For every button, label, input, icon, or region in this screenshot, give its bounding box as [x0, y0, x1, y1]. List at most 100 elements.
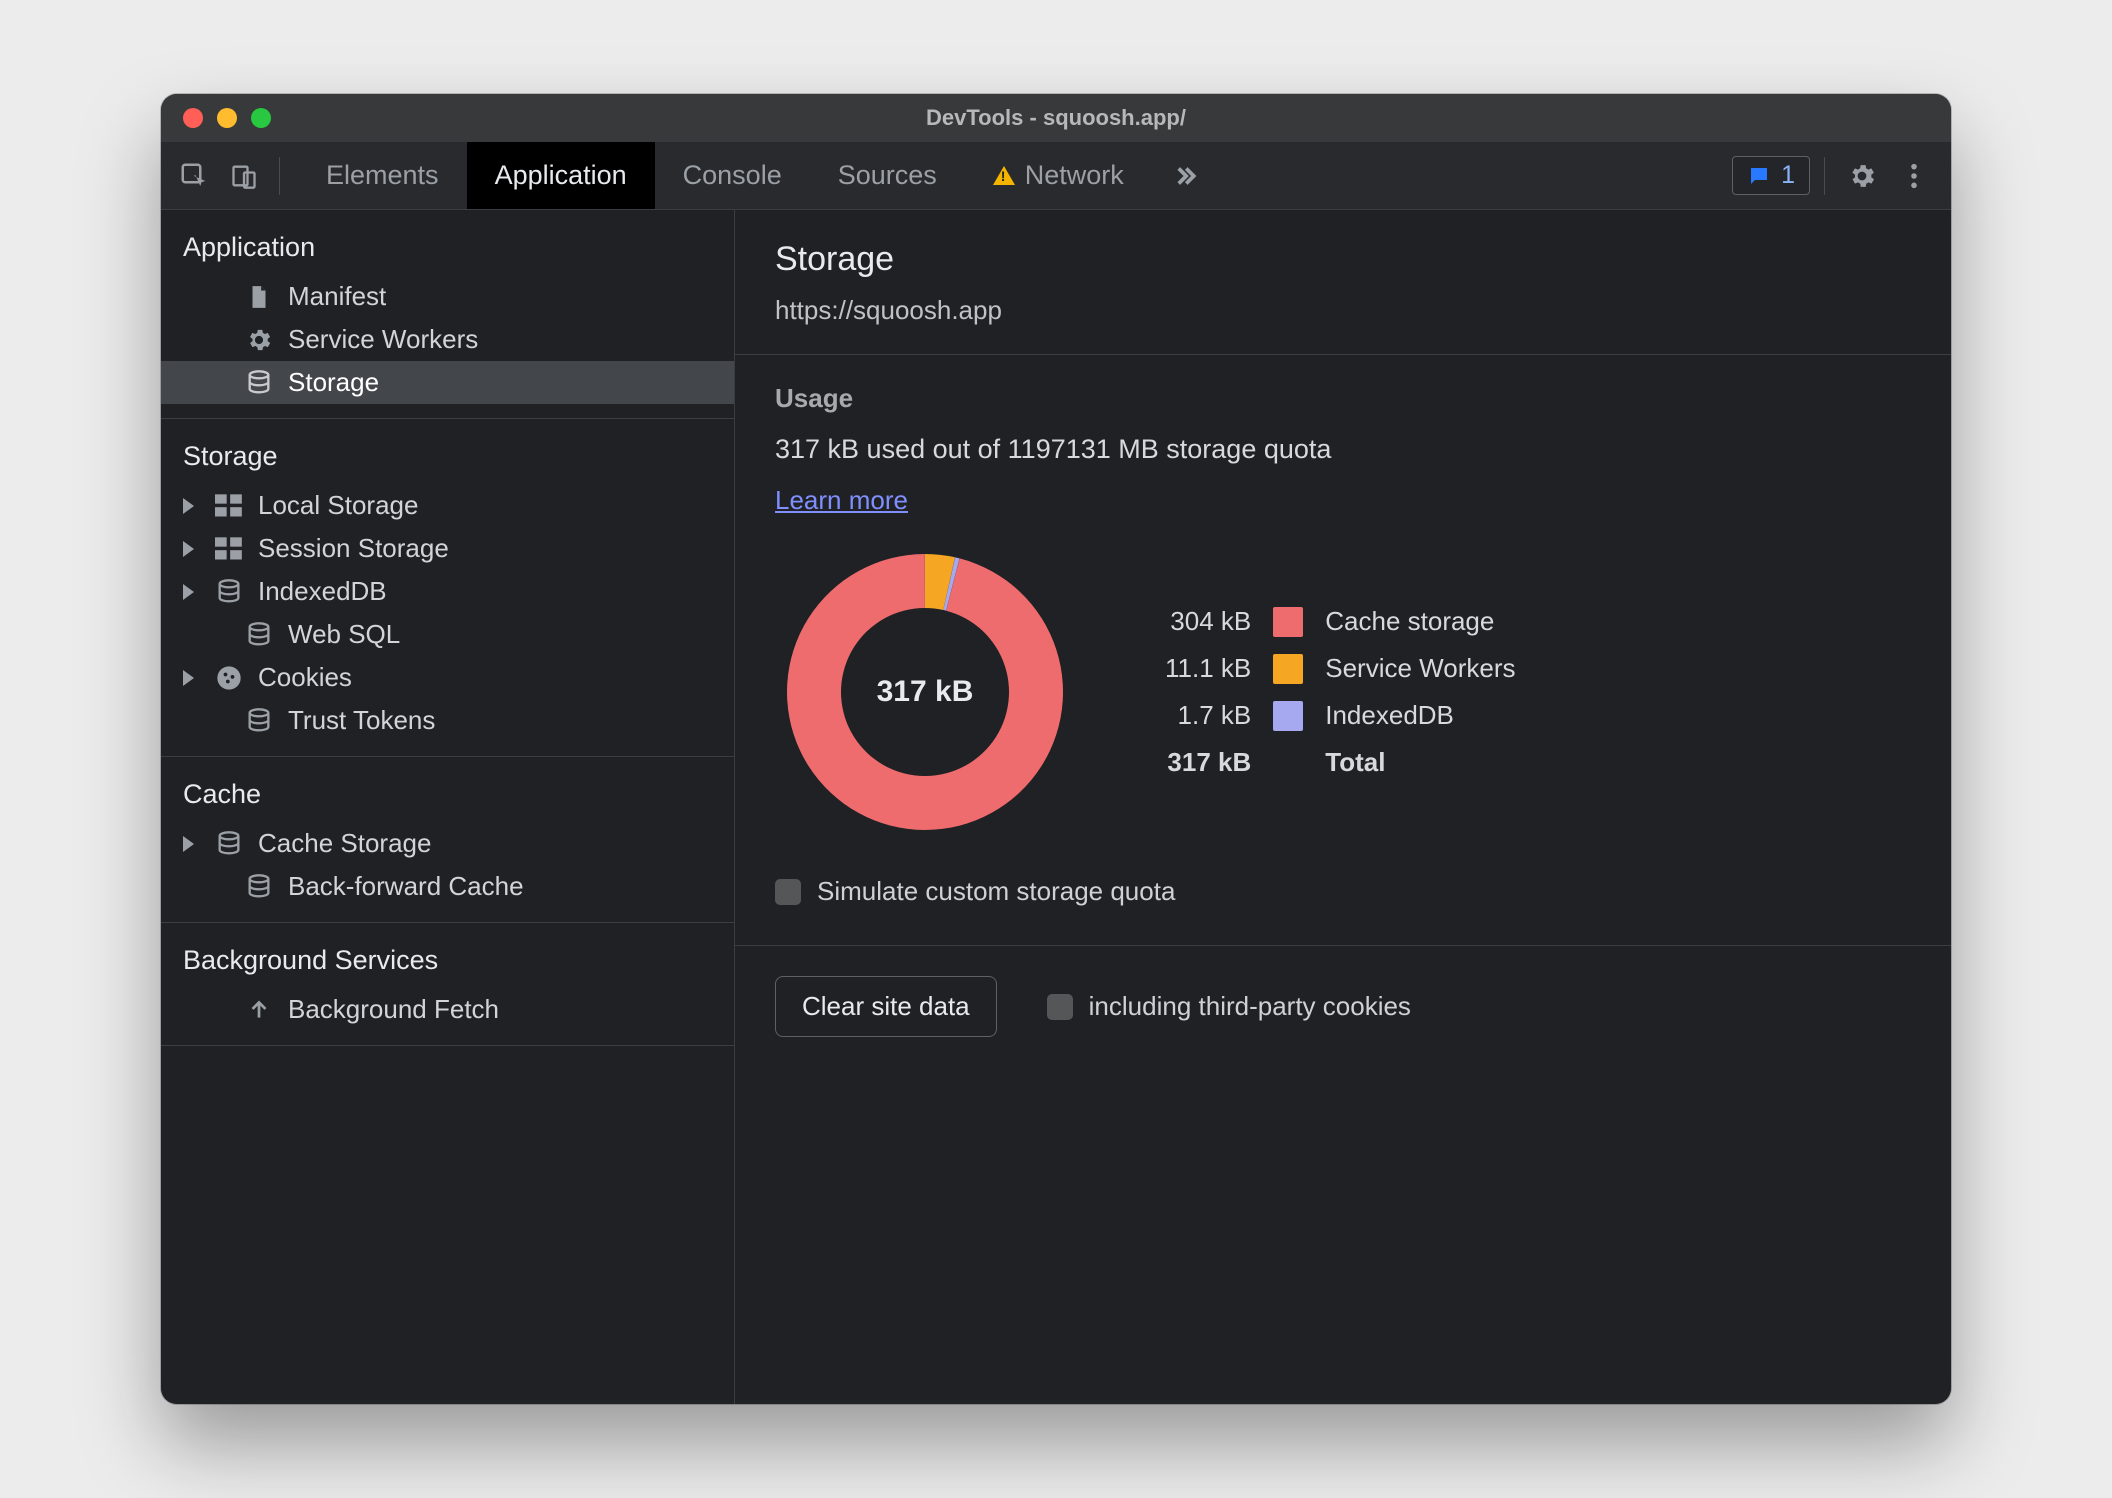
zoom-window-button[interactable]	[251, 108, 271, 128]
devtools-window: DevTools - squoosh.app/ Elements Applicat…	[161, 94, 1951, 1404]
legend-label: Cache storage	[1325, 606, 1515, 637]
sidebar-heading-cache: Cache	[161, 773, 734, 822]
legend-total-value: 317 kB	[1165, 747, 1251, 778]
panel-tabs: Elements Application Console Sources Network	[298, 142, 1152, 209]
sidebar-item-manifest[interactable]: Manifest	[161, 275, 734, 318]
grid-icon	[214, 534, 244, 564]
tab-console[interactable]: Console	[655, 142, 810, 209]
expand-caret-icon	[183, 584, 194, 600]
expand-caret-icon	[183, 836, 194, 852]
db-icon	[214, 577, 244, 607]
upload-icon	[244, 995, 274, 1025]
legend-value: 11.1 kB	[1165, 653, 1251, 684]
close-window-button[interactable]	[183, 108, 203, 128]
storage-origin: https://squoosh.app	[775, 295, 1911, 326]
sidebar-item-label: IndexedDB	[258, 576, 387, 607]
tab-sources[interactable]: Sources	[810, 142, 965, 209]
sidebar-heading-background-services: Background Services	[161, 939, 734, 988]
simulate-quota-row: Simulate custom storage quota	[775, 876, 1911, 907]
minimize-window-button[interactable]	[217, 108, 237, 128]
traffic-lights	[161, 108, 271, 128]
sidebar-item-storage[interactable]: Storage	[161, 361, 734, 404]
db-icon	[244, 872, 274, 902]
sidebar-item-label: Back-forward Cache	[288, 871, 524, 902]
sidebar-item-local-storage[interactable]: Local Storage	[161, 484, 734, 527]
tab-network[interactable]: Network	[965, 142, 1152, 209]
donut-center-label: 317 kB	[775, 542, 1075, 842]
clear-data-row: Clear site data including third-party co…	[735, 946, 1951, 1067]
storage-panel: Storage https://squoosh.app Usage 317 kB…	[735, 210, 1951, 1404]
sidebar-item-label: Service Workers	[288, 324, 478, 355]
application-sidebar: Application Manifest Service Workers Storag…	[161, 210, 735, 1404]
sidebar-item-label: Web SQL	[288, 619, 400, 650]
tab-elements[interactable]: Elements	[298, 142, 467, 209]
titlebar: DevTools - squoosh.app/	[161, 94, 1951, 142]
simulate-quota-label: Simulate custom storage quota	[817, 876, 1175, 907]
window-title: DevTools - squoosh.app/	[161, 105, 1951, 131]
toolbar-left	[161, 142, 298, 209]
db-icon	[244, 620, 274, 650]
sidebar-item-label: Cookies	[258, 662, 352, 693]
expand-caret-icon	[183, 670, 194, 686]
warning-icon	[993, 166, 1015, 185]
sidebar-item-label: Manifest	[288, 281, 386, 312]
sidebar-item-service-workers[interactable]: Service Workers	[161, 318, 734, 361]
sidebar-item-label: Storage	[288, 367, 379, 398]
issues-badge[interactable]: 1	[1732, 156, 1810, 195]
toolbar-separator	[279, 157, 280, 195]
inspect-element-icon[interactable]	[171, 153, 217, 199]
main-toolbar: Elements Application Console Sources Network…	[161, 142, 1951, 210]
sidebar-item-web-sql[interactable]: Web SQL	[161, 613, 734, 656]
storage-header: Storage https://squoosh.app	[735, 210, 1951, 355]
sidebar-item-background-fetch[interactable]: Background Fetch	[161, 988, 734, 1031]
issues-count: 1	[1781, 161, 1795, 190]
third-party-cookies-label: including third-party cookies	[1089, 991, 1411, 1022]
tab-label: Sources	[838, 160, 937, 191]
clear-site-data-button[interactable]: Clear site data	[775, 976, 997, 1037]
db-icon	[214, 829, 244, 859]
sidebar-item-label: Cache Storage	[258, 828, 431, 859]
legend-label: IndexedDB	[1325, 700, 1515, 731]
more-tabs-button[interactable]	[1152, 142, 1218, 209]
device-toolbar-icon[interactable]	[221, 153, 267, 199]
tab-label: Network	[1025, 160, 1124, 191]
cookie-icon	[214, 663, 244, 693]
sidebar-item-label: Session Storage	[258, 533, 449, 564]
legend-total-label: Total	[1325, 747, 1515, 778]
third-party-cookies-checkbox[interactable]	[1047, 994, 1073, 1020]
usage-chart-row: 317 kB 304 kB Cache storage 11.1 kB Service…	[775, 542, 1911, 842]
sidebar-heading-application: Application	[161, 226, 734, 275]
tab-label: Console	[683, 160, 782, 191]
sidebar-item-back-forward-cache[interactable]: Back-forward Cache	[161, 865, 734, 908]
usage-donut-chart: 317 kB	[775, 542, 1075, 842]
legend-swatch	[1273, 701, 1303, 731]
page-title: Storage	[775, 240, 1911, 279]
sidebar-item-trust-tokens[interactable]: Trust Tokens	[161, 699, 734, 742]
db-icon	[244, 368, 274, 398]
simulate-quota-checkbox[interactable]	[775, 879, 801, 905]
db-icon	[244, 706, 274, 736]
sidebar-item-cookies[interactable]: Cookies	[161, 656, 734, 699]
sidebar-item-indexeddb[interactable]: IndexedDB	[161, 570, 734, 613]
legend-label: Service Workers	[1325, 653, 1515, 684]
usage-section: Usage 317 kB used out of 1197131 MB stor…	[735, 355, 1951, 946]
tab-label: Elements	[326, 160, 439, 191]
toolbar-separator	[1824, 157, 1825, 195]
sidebar-item-session-storage[interactable]: Session Storage	[161, 527, 734, 570]
usage-summary: 317 kB used out of 1197131 MB storage qu…	[775, 434, 1911, 465]
sidebar-item-label: Background Fetch	[288, 994, 499, 1025]
learn-more-link[interactable]: Learn more	[775, 485, 908, 515]
expand-caret-icon	[183, 498, 194, 514]
sidebar-item-cache-storage[interactable]: Cache Storage	[161, 822, 734, 865]
sidebar-item-label: Local Storage	[258, 490, 418, 521]
more-options-icon[interactable]	[1891, 153, 1937, 199]
legend-value: 304 kB	[1165, 606, 1251, 637]
legend-value: 1.7 kB	[1165, 700, 1251, 731]
legend-swatch	[1273, 607, 1303, 637]
legend-swatch	[1273, 654, 1303, 684]
file-icon	[244, 282, 274, 312]
settings-icon[interactable]	[1839, 153, 1885, 199]
tab-application[interactable]: Application	[467, 142, 655, 209]
usage-heading: Usage	[775, 383, 1911, 414]
tab-label: Application	[495, 160, 627, 191]
